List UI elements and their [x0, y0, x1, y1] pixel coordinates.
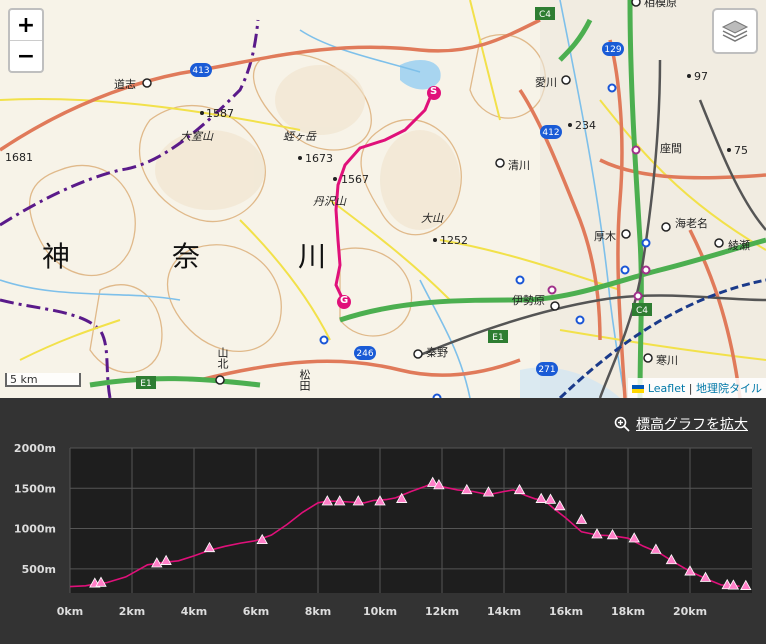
place-matsuda: 松田 — [298, 369, 311, 391]
region-char-3: 川 — [298, 240, 327, 273]
svg-text:412: 412 — [542, 128, 559, 138]
goal-marker-label[interactable]: G — [340, 295, 348, 306]
place-atsugi: 厚木 — [594, 230, 616, 243]
place-yamakita: 山北 — [216, 347, 229, 369]
start-marker-label[interactable]: S — [430, 86, 437, 97]
x-tick-label: 8km — [305, 605, 331, 618]
place-samukawa: 寒川 — [656, 354, 678, 367]
elevation-1673: 1673 — [305, 152, 333, 165]
place-sagamihara: 相模原 — [644, 0, 677, 9]
svg-text:C4: C4 — [636, 306, 648, 316]
svg-text:246: 246 — [356, 349, 373, 359]
leaflet-link[interactable]: Leaflet — [648, 382, 685, 395]
svg-text:129: 129 — [604, 45, 621, 55]
place-hadano: 秦野 — [426, 346, 448, 359]
x-tick-label: 6km — [243, 605, 269, 618]
place-zama: 座間 — [660, 142, 682, 155]
gsi-tiles-link[interactable]: 地理院タイル — [696, 382, 762, 395]
place-tanzawasan: 丹沢山 — [313, 195, 346, 208]
elevation-234: 234 — [575, 119, 596, 132]
place-ayase: 綾瀬 — [728, 239, 750, 252]
place-ebina: 海老名 — [675, 217, 708, 230]
svg-text:E1: E1 — [140, 379, 151, 389]
x-tick-label: 12km — [425, 605, 459, 618]
attribution: Leaflet | 地理院タイル — [628, 378, 766, 398]
zoom-in-button[interactable]: + — [10, 10, 42, 40]
place-hirugatake: 蛭ヶ岳 — [283, 130, 316, 143]
layers-icon — [721, 20, 749, 42]
x-tick-label: 14km — [487, 605, 521, 618]
elevation-97: 97 — [694, 70, 708, 83]
elevation-1681: 1681 — [5, 151, 33, 164]
x-tick-label: 18km — [611, 605, 645, 618]
svg-text:E1: E1 — [492, 333, 503, 343]
elevation-1587: 1587 — [206, 107, 234, 120]
x-tick-label: 20km — [673, 605, 707, 618]
plot-area — [70, 448, 752, 593]
y-tick-label: 1500m — [14, 482, 56, 495]
x-tick-label: 16km — [549, 605, 583, 618]
svg-text:271: 271 — [538, 365, 555, 375]
attribution-separator: | — [685, 382, 696, 395]
scale-bar: 5 km — [5, 373, 81, 387]
place-aikawa: 愛川 — [535, 76, 557, 89]
layers-button[interactable] — [712, 8, 758, 54]
y-tick-label: 2000m — [14, 442, 56, 455]
zoom-control: + − — [8, 8, 44, 73]
y-tick-label: 1000m — [14, 523, 56, 536]
x-tick-label: 4km — [181, 605, 207, 618]
map-tiles: 413 412 129 246 271 C4 C4 E1 E1 — [0, 0, 766, 398]
region-char-1: 神 — [42, 240, 71, 273]
place-omuroyama: 大室山 — [180, 130, 213, 143]
place-oyama: 大山 — [421, 212, 443, 225]
region-char-2: 奈 — [172, 240, 201, 273]
place-doshi: 道志 — [114, 78, 136, 91]
svg-text:413: 413 — [192, 66, 209, 76]
elevation-75: 75 — [734, 144, 748, 157]
ukraine-flag-icon — [632, 385, 645, 393]
zoom-out-button[interactable]: − — [10, 40, 42, 71]
x-tick-label: 2km — [119, 605, 145, 618]
map-view[interactable]: 413 412 129 246 271 C4 C4 E1 E1 S G 神 奈 … — [0, 0, 766, 398]
place-kiyokawa: 清川 — [508, 159, 530, 172]
elevation-panel: 標高グラフを拡大 0km 2km 4km 6km 8km 10km 12km 14km 16km… — [0, 398, 766, 644]
elevation-1252: 1252 — [440, 234, 468, 247]
elevation-chart: 0km 2km 4km 6km 8km 10km 12km 14km 16km 18km 20km 5… — [14, 442, 752, 618]
place-isehara: 伊勢原 — [512, 294, 545, 307]
elevation-1567: 1567 — [341, 173, 369, 186]
svg-text:C4: C4 — [539, 10, 551, 20]
x-tick-label: 10km — [363, 605, 397, 618]
y-tick-label: 500m — [22, 563, 56, 576]
x-tick-label: 0km — [57, 605, 83, 618]
